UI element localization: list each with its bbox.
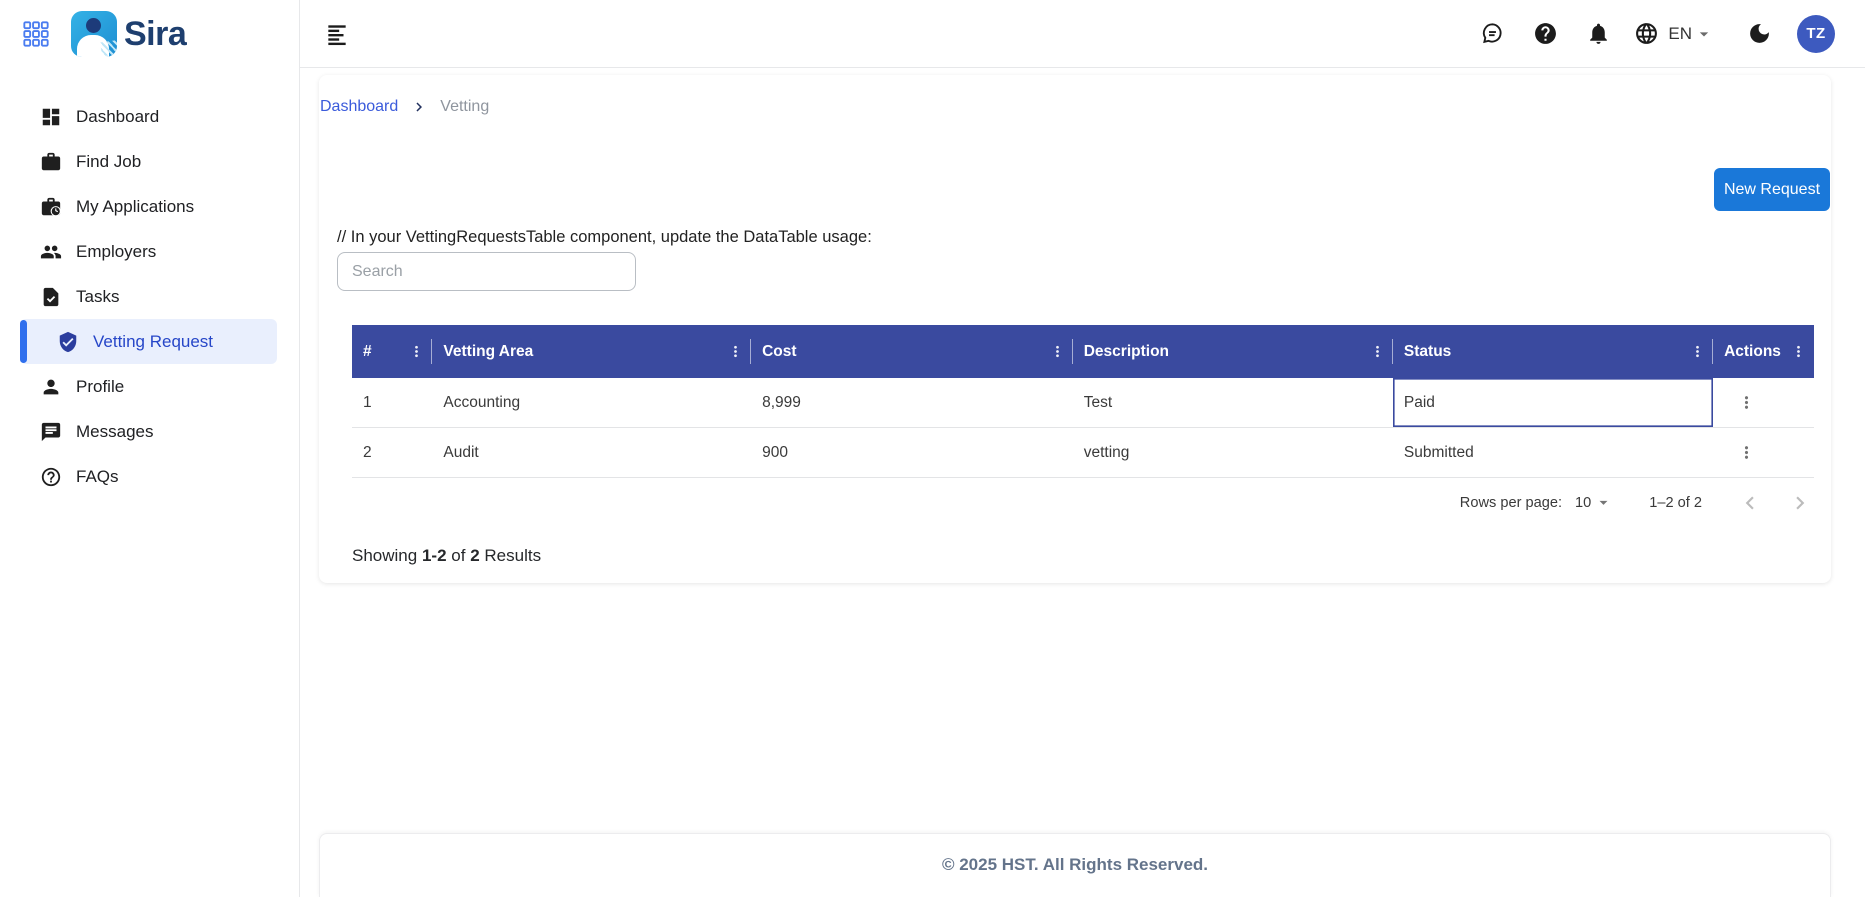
cell-vetting-area: Accounting xyxy=(443,393,521,411)
cell-num: 2 xyxy=(363,443,372,461)
vetting-requests-table: # Vetting Area Cost Description Status A… xyxy=(352,325,1814,478)
cell-description: Test xyxy=(1083,393,1113,411)
help-icon[interactable] xyxy=(1532,21,1558,47)
notification-bell-icon[interactable] xyxy=(1585,21,1611,47)
sidebar-item-dashboard[interactable]: Dashboard xyxy=(0,94,299,139)
dashboard-icon xyxy=(40,106,62,128)
chevron-right-icon xyxy=(410,98,428,116)
column-menu-icon[interactable] xyxy=(1049,343,1066,360)
caret-down-icon xyxy=(1694,24,1714,44)
language-label: EN xyxy=(1668,23,1692,43)
cell-num: 1 xyxy=(363,393,372,411)
sidebar-item-label: Employers xyxy=(76,241,157,261)
sidebar-item-label: FAQs xyxy=(76,466,119,486)
row-actions-menu-icon[interactable] xyxy=(1737,443,1756,462)
cell-actions xyxy=(1713,428,1814,477)
column-menu-icon[interactable] xyxy=(727,343,744,360)
copyright-text: © 2025 HST. All Rights Reserved. xyxy=(941,855,1209,874)
column-header-status[interactable]: Status xyxy=(1393,325,1714,378)
chat-lines-icon xyxy=(40,421,62,443)
table-row: 1 Accounting 8,999 Test Paid xyxy=(352,378,1814,428)
cell-cost: 900 xyxy=(762,443,788,461)
hamburger-menu-icon[interactable] xyxy=(323,20,351,48)
sidebar-item-tasks[interactable]: Tasks xyxy=(0,274,299,319)
table-row: 2 Audit 900 vetting Submitted xyxy=(352,428,1814,478)
breadcrumb: Dashboard Vetting xyxy=(320,98,489,116)
sidebar-nav: Dashboard Find Job My Applications Emplo… xyxy=(0,94,299,499)
rows-per-page-value: 10 xyxy=(1575,494,1592,511)
column-header-actions[interactable]: Actions xyxy=(1713,325,1814,378)
people-icon xyxy=(40,241,62,263)
app-grid-icon[interactable] xyxy=(21,19,51,49)
cell-cost: 8,999 xyxy=(762,393,801,411)
sidebar-item-label: Vetting Request xyxy=(93,331,214,351)
table-pagination: Rows per page: 10 1–2 of 2 xyxy=(352,482,1814,523)
shield-check-icon xyxy=(57,331,79,353)
globe-icon xyxy=(1633,21,1659,47)
breadcrumb-link-dashboard[interactable]: Dashboard xyxy=(320,98,398,116)
user-avatar[interactable]: TZ xyxy=(1797,14,1835,53)
sidebar-item-vetting-request[interactable]: Vetting Request xyxy=(20,319,277,364)
sidebar-item-find-job[interactable]: Find Job xyxy=(0,139,299,184)
sidebar-item-label: Messages xyxy=(76,421,154,441)
previous-page-icon[interactable] xyxy=(1736,489,1764,517)
topbar-actions: EN TZ xyxy=(1479,14,1865,53)
document-check-icon xyxy=(40,286,62,308)
new-request-button[interactable]: New Request xyxy=(1714,168,1830,211)
cell-description: vetting xyxy=(1083,443,1130,461)
results-summary: Showing 1-2 of 2 Results xyxy=(352,546,542,565)
briefcase-clock-icon xyxy=(40,196,62,218)
app-screen: Sira Dashboard Find Job My Applications … xyxy=(0,0,1865,897)
sidebar-item-label: Find Job xyxy=(76,151,142,171)
column-header-cost[interactable]: Cost xyxy=(751,325,1073,378)
dev-note-text: // In your VettingRequestsTable componen… xyxy=(337,228,872,246)
cell-actions xyxy=(1713,378,1814,427)
sidebar-item-label: Dashboard xyxy=(76,106,160,126)
row-actions-menu-icon[interactable] xyxy=(1737,393,1756,412)
column-menu-icon[interactable] xyxy=(1689,343,1706,360)
logo-row: Sira xyxy=(0,0,299,68)
brand-logo[interactable]: Sira xyxy=(71,11,187,57)
brand-name: Sira xyxy=(124,14,187,53)
column-menu-icon[interactable] xyxy=(408,343,425,360)
table-header-row: # Vetting Area Cost Description Status A… xyxy=(352,325,1814,378)
main-content: Dashboard Vetting New Request // In your… xyxy=(300,68,1865,897)
cell-status-focused[interactable]: Paid xyxy=(1393,378,1713,427)
sidebar-item-label: Profile xyxy=(76,376,125,396)
sidebar-item-label: My Applications xyxy=(76,196,195,216)
language-selector[interactable]: EN xyxy=(1633,21,1714,47)
briefcase-icon xyxy=(40,151,62,173)
cell-status[interactable]: Submitted xyxy=(1393,428,1713,477)
rows-per-page-label: Rows per page: xyxy=(1459,494,1563,511)
sidebar-item-label: Tasks xyxy=(76,286,120,306)
sidebar-item-my-applications[interactable]: My Applications xyxy=(0,184,299,229)
search-input[interactable] xyxy=(337,252,636,291)
column-menu-icon[interactable] xyxy=(1369,343,1386,360)
column-header-num[interactable]: # xyxy=(352,325,433,378)
pagination-range: 1–2 of 2 xyxy=(1649,494,1702,511)
column-header-description[interactable]: Description xyxy=(1073,325,1394,378)
results-range: 1-2 xyxy=(421,546,447,565)
cell-vetting-area: Audit xyxy=(443,443,479,461)
sidebar-item-employers[interactable]: Employers xyxy=(0,229,299,274)
brand-logo-icon xyxy=(71,11,117,57)
next-page-icon[interactable] xyxy=(1786,489,1814,517)
footer: © 2025 HST. All Rights Reserved. xyxy=(319,833,1831,897)
sidebar-item-faqs[interactable]: FAQs xyxy=(0,454,299,499)
caret-down-icon xyxy=(1594,493,1613,512)
sidebar: Sira Dashboard Find Job My Applications … xyxy=(0,0,300,897)
column-menu-icon[interactable] xyxy=(1790,343,1807,360)
breadcrumb-current-vetting: Vetting xyxy=(440,98,490,115)
column-header-vetting-area[interactable]: Vetting Area xyxy=(432,325,751,378)
results-total: 2 xyxy=(470,546,480,565)
sidebar-item-messages[interactable]: Messages xyxy=(0,409,299,454)
dark-mode-moon-icon[interactable] xyxy=(1746,21,1772,47)
rows-per-page-select[interactable]: 10 xyxy=(1575,493,1613,512)
sidebar-item-profile[interactable]: Profile xyxy=(0,364,299,409)
chat-bubble-icon[interactable] xyxy=(1479,21,1505,47)
person-icon xyxy=(40,376,62,398)
help-circle-icon xyxy=(40,466,62,488)
topbar: EN TZ xyxy=(300,0,1865,68)
